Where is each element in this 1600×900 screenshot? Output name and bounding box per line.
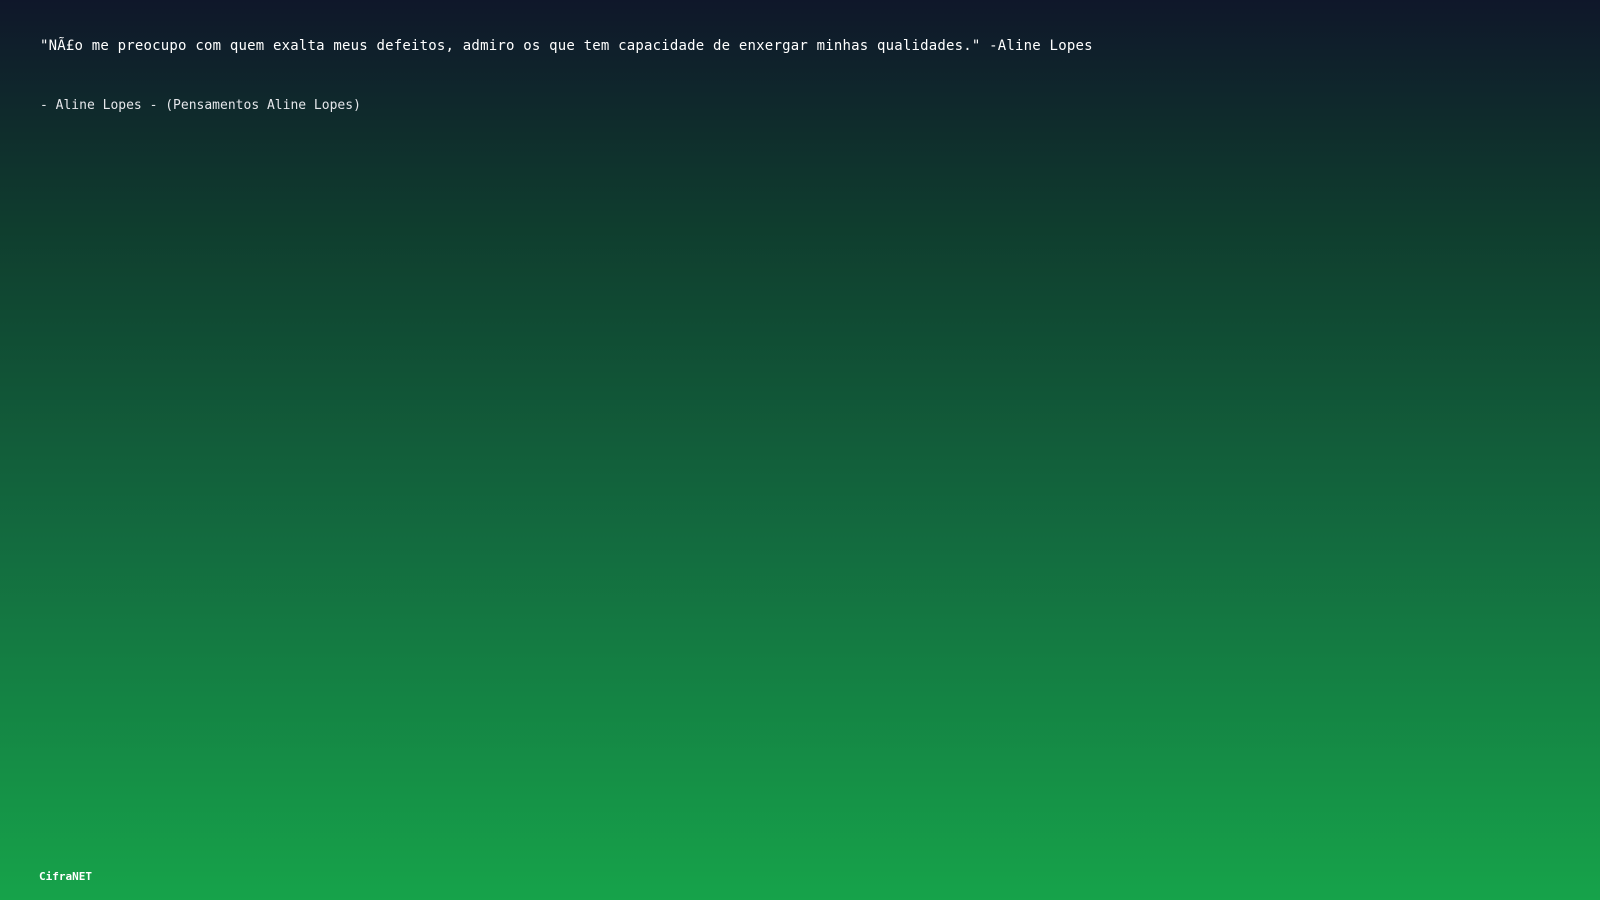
quote-text: "NÃ£o me preocupo com quem exalta meus d…	[40, 38, 1093, 54]
brand-logo-text: CifraNET	[39, 870, 92, 883]
quote-attribution: - Aline Lopes - (Pensamentos Aline Lopes…	[40, 98, 361, 113]
